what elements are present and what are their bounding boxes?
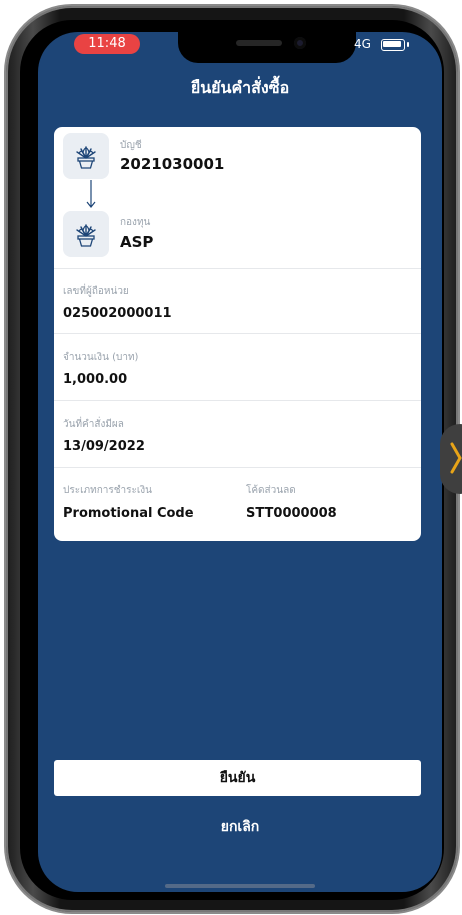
page-title: ยืนยันคำสั่งซื้อ (190, 78, 290, 97)
order-summary-card: บัญชี 2021030001 กองทุน ASP เลขที่ผู้ถือ… (54, 127, 421, 541)
unitholder-label: เลขที่ผู้ถือหน่วย (63, 286, 129, 297)
unitholder-value: 025002000011 (63, 306, 172, 321)
amount-value: 1,000.00 (63, 372, 128, 387)
divider (54, 268, 421, 269)
network-indicator: 4G (354, 37, 371, 51)
speaker (236, 40, 282, 46)
home-indicator (165, 884, 315, 888)
divider (54, 333, 421, 334)
plant-pot-icon (76, 224, 96, 247)
amount-label: จำนวนเงิน (บาท) (63, 352, 139, 363)
divider (54, 467, 421, 468)
status-time: 11:48 (74, 34, 140, 54)
effective-date-value: 13/09/2022 (63, 439, 145, 454)
arrow-down-icon (86, 180, 96, 208)
cancel-button[interactable]: ยกเลิก (38, 816, 442, 838)
effective-date-label: วันที่คำสั่งมีผล (63, 419, 124, 430)
plant-pot-icon (76, 146, 96, 169)
chevron-icon (450, 442, 462, 474)
phone-screen: 11:48 4G ยืนยันคำสั่งซื้อ บัญชี 20210300… (38, 32, 442, 892)
fund-value: ASP (120, 233, 154, 251)
fund-label: กองทุน (120, 217, 151, 228)
payment-type-value: Promotional Code (63, 506, 194, 521)
divider (54, 400, 421, 401)
fund-plant-icon (63, 211, 109, 257)
confirm-button[interactable]: ยืนยัน (54, 760, 421, 796)
account-value: 2021030001 (120, 155, 225, 173)
account-label: บัญชี (120, 140, 142, 151)
front-camera (294, 37, 306, 49)
discount-code-value: STT0000008 (246, 506, 337, 521)
battery-tip (407, 42, 409, 47)
battery-icon (381, 39, 405, 51)
discount-code-label: โค้ดส่วนลด (246, 485, 296, 496)
account-plant-icon (63, 133, 109, 179)
notch (178, 32, 356, 63)
payment-type-label: ประเภทการชำระเงิน (63, 485, 153, 496)
